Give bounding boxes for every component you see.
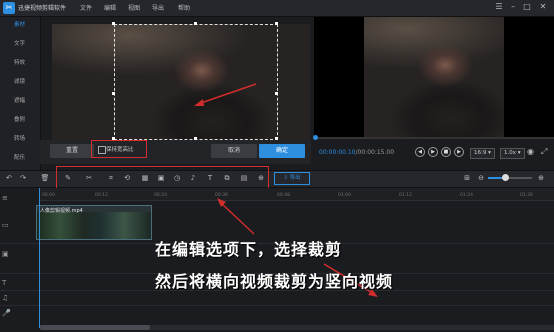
minimize-icon[interactable]: – [508,2,518,12]
text-track-icon: T [2,279,7,287]
track-menu-icon[interactable]: ≡ [2,194,8,202]
sidebar-item-transitions[interactable]: 转场 [0,133,40,145]
crop-handle-left[interactable] [112,92,115,95]
ruler-tick: 00:12 [95,193,108,198]
app-logo-icon: ✂ [3,2,15,14]
zoom-slider-handle[interactable] [502,174,509,181]
keep-ratio-label: 保持宽高比 [106,147,134,153]
ruler-tick: 01:24 [460,193,473,198]
sidebar-item-effects[interactable]: 特效 [0,57,40,69]
track-separator [0,305,554,306]
ruler-tick: 01:12 [399,193,412,198]
clip-name: 人像剪辑视频.mp4 [40,208,83,214]
clip-thumbnail [37,212,151,239]
menu-view[interactable]: 视图 [128,3,140,12]
sidebar-item-filters[interactable]: 滤镜 [0,76,40,88]
previous-frame-icon[interactable]: ◀ [415,147,425,157]
zoom-in-icon[interactable]: ⊕ [536,173,546,183]
sidebar-item-masks[interactable]: 遮幅 [0,95,40,107]
menu-export[interactable]: 导出 [152,3,164,12]
crop-handle-top-left[interactable] [112,22,115,25]
crop-handle-top[interactable] [194,22,197,25]
image-track-icon: ▣ [2,250,9,258]
fullscreen-icon[interactable]: ⤢ [541,147,547,157]
voice-track-icon: 🎤 [2,309,11,317]
maximize-icon[interactable]: □ [522,2,532,12]
undo-icon[interactable]: ↶ [4,173,14,183]
delete-icon[interactable]: 🗑 [40,173,50,183]
close-icon[interactable]: ✕ [538,2,548,12]
preview-video-image [364,17,504,137]
cancel-button[interactable]: 取消 [211,144,257,158]
preview-progress-bar[interactable] [314,137,554,139]
play-icon[interactable]: ▶ [428,147,438,157]
export-button[interactable]: ⇪ 导出 [274,172,310,185]
sidebar-item-music[interactable]: 配乐 [0,152,40,164]
menu-help[interactable]: 帮助 [178,3,190,12]
annotation-arrow-icon [194,83,257,106]
menu-file[interactable]: 文件 [80,3,92,12]
stop-icon[interactable]: ■ [441,147,451,157]
ruler-tick: 01:36 [520,193,533,198]
sidebar-item-text[interactable]: 文字 [0,38,40,50]
ruler-tick: 00:00 [42,193,55,198]
playhead[interactable] [39,188,40,328]
total-time: /00:00:15.00 [355,149,395,156]
music-track-icon: ♫ [2,294,9,302]
reset-button[interactable]: 重置 [50,144,94,158]
settings-icon[interactable]: ☰ [494,2,504,12]
ruler-tick: 00:24 [154,193,167,198]
app-title: 迅捷视频剪辑软件 [18,5,67,12]
timeline-scroll-thumb[interactable] [40,325,150,330]
zoom-out-icon[interactable]: ⊖ [476,173,486,183]
sidebar-item-overlays[interactable]: 叠附 [0,114,40,126]
next-frame-icon[interactable]: ▶ [454,147,464,157]
redo-icon[interactable]: ↷ [18,173,28,183]
speed-select[interactable]: 1.0x ▾ [500,148,525,159]
preview-progress-handle[interactable] [313,135,318,140]
video-clip[interactable]: 人像剪辑视频.mp4 [36,205,152,240]
confirm-button[interactable]: 确定 [259,144,305,158]
crop-handle-top-right[interactable] [275,22,278,25]
current-time: 00:00:00.10 [319,149,356,156]
menu-edit[interactable]: 编辑 [104,3,116,12]
snapshot-icon[interactable]: ◉ [527,147,534,156]
aspect-ratio-select[interactable]: 16:9 ▾ [470,148,495,159]
annotation-line-1: 在编辑选项下，选择裁剪 [155,240,343,259]
annotation-line-2: 然后将横向视频裁剪为竖向视频 [155,272,394,291]
video-track-icon: ▭ [2,221,9,229]
sidebar-item-media[interactable]: 素材 [0,19,40,31]
crop-handle-right[interactable] [275,92,278,95]
timecode: 00:00:00.10/00:00:15.00 [319,149,394,156]
keep-ratio-checkbox[interactable] [98,146,106,154]
fit-timeline-icon[interactable]: ⊞ [462,173,472,183]
